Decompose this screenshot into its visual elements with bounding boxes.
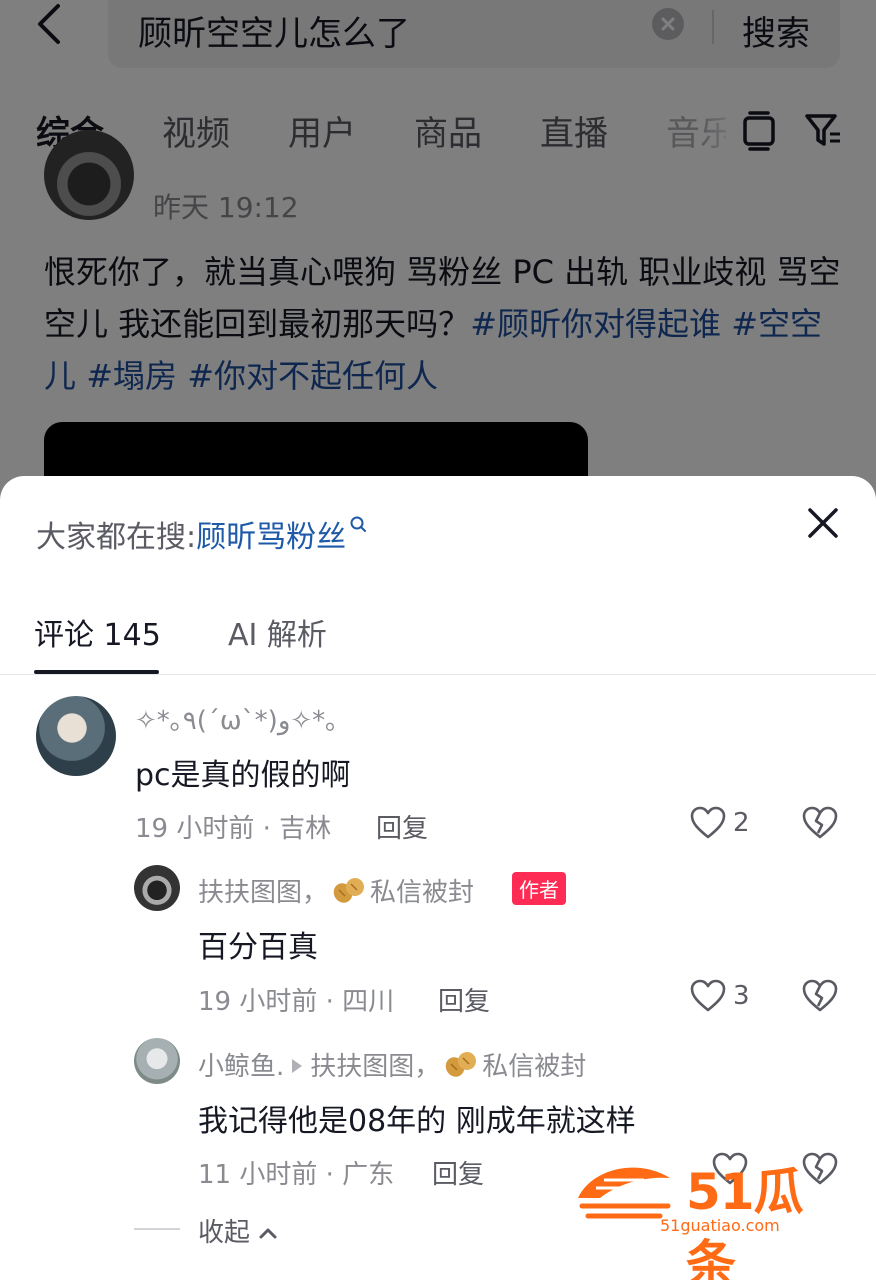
search-results-page: 顾昕空空儿怎么了 搜索 综合 视频 用户 商品 直播 音乐 (0, 0, 876, 542)
modal-backdrop[interactable] (0, 0, 876, 520)
heart-icon[interactable] (690, 806, 726, 840)
collapse-divider (134, 1228, 180, 1230)
search-icon (350, 516, 367, 532)
chevron-up-icon (259, 1228, 277, 1239)
comment-meta: 11 小时前 · 广东 (198, 1160, 395, 1190)
hot-search-link[interactable]: 顾昕骂粉丝 (196, 520, 346, 555)
avatar[interactable] (134, 865, 180, 911)
comment-meta: 19 小时前 · 吉林 (135, 814, 332, 844)
comment-text: pc是真的假的啊 (135, 758, 351, 793)
peanut-icon (333, 878, 365, 903)
comment-author[interactable]: ✧*｡٩(ˊωˋ*)و✧*｡ (135, 700, 338, 737)
hot-search: 大家都在搜:顾昕骂粉丝 (36, 512, 370, 556)
reply-button[interactable]: 回复 (438, 981, 490, 1018)
tab-ai-analysis[interactable]: AI 解析 (228, 610, 327, 654)
comment-author[interactable]: 扶扶图图， 私信被封 (198, 872, 474, 909)
like-count: 2 (733, 808, 750, 838)
comment-meta: 19 小时前 · 四川 (198, 987, 395, 1017)
comment-text: 百分百真 (198, 930, 318, 965)
broken-heart-icon[interactable] (802, 979, 838, 1013)
peanut-icon (446, 1052, 477, 1077)
tab-comments[interactable]: 评论 145 (34, 610, 161, 654)
author-badge: 作者 (512, 872, 566, 905)
avatar[interactable] (134, 1038, 180, 1084)
comment-text: 我记得他是08年的 刚成年就这样 (198, 1104, 636, 1139)
heart-icon[interactable] (690, 979, 726, 1013)
close-button[interactable] (806, 506, 840, 540)
like-count: 3 (733, 981, 750, 1011)
avatar[interactable] (36, 696, 116, 776)
comment-author[interactable]: 小鲸鱼. 扶扶图图， 私信被封 (198, 1046, 586, 1083)
reply-button[interactable]: 回复 (376, 808, 428, 845)
close-icon (808, 508, 838, 538)
broken-heart-icon[interactable] (802, 806, 838, 840)
reply-button[interactable]: 回复 (432, 1154, 484, 1191)
collapse-button[interactable]: 收起 (198, 1212, 278, 1249)
reply-arrow-icon (292, 1059, 303, 1073)
hot-search-prefix: 大家都在搜: (36, 520, 197, 555)
watermark-domain: 51guatiao.com (660, 1216, 780, 1235)
divider (0, 674, 876, 675)
watermark: 51瓜条 51guatiao.com (574, 1152, 844, 1280)
